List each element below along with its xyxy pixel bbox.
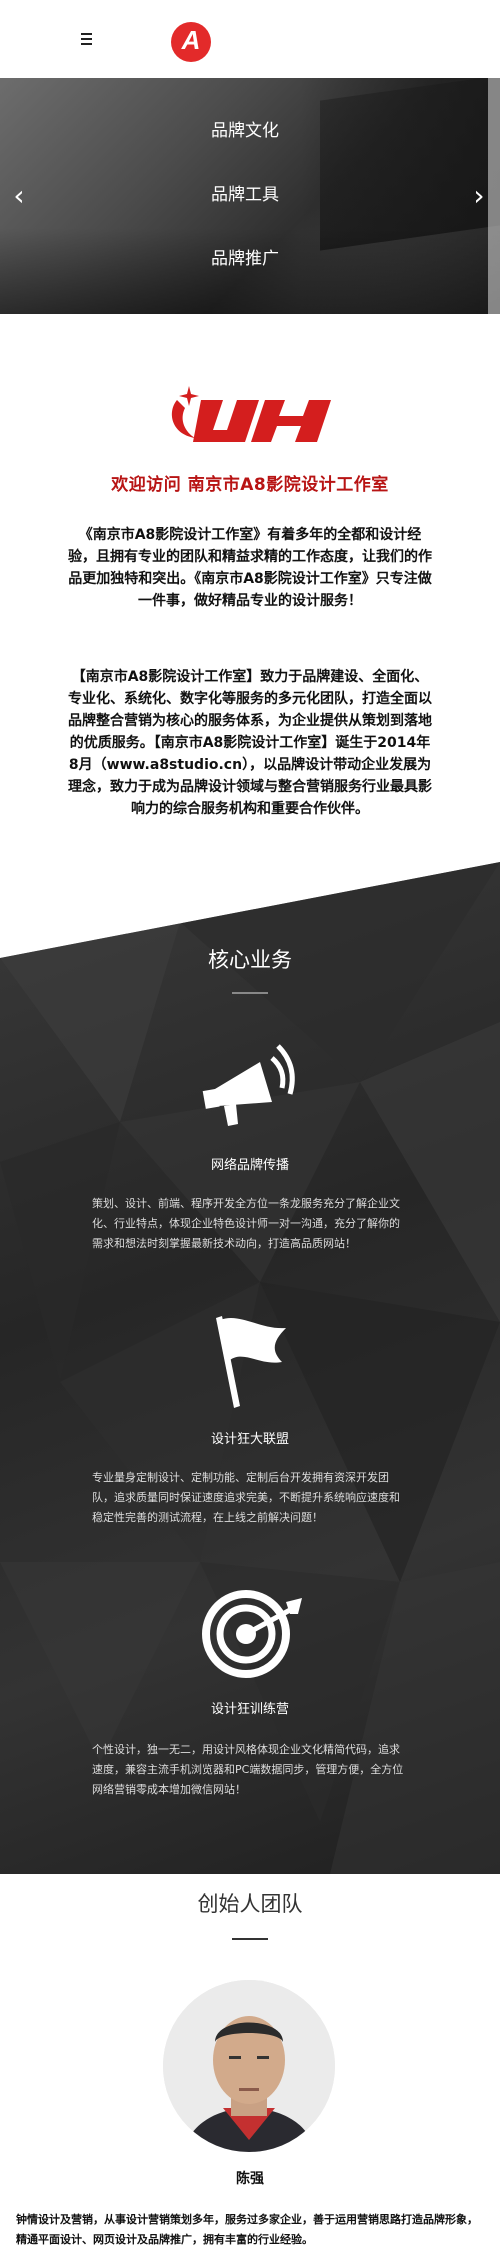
business-item-desc-1: 策划、设计、前端、程序开发全方位一条龙服务充分了解企业文化、行业特点，体现企业特…	[92, 1197, 400, 1250]
intro-paragraph-2: 【南京市A8影院设计工作室】致力于品牌建设、全面化、专业化、系统化、数字化等服务…	[68, 669, 432, 817]
company-logo	[171, 386, 331, 442]
logo-letter: A	[181, 25, 201, 55]
team-title: 创始人团队	[197, 1892, 303, 1916]
megaphone-icon	[202, 1044, 295, 1126]
chevron-left-icon[interactable]: ‹	[4, 176, 34, 216]
site-logo[interactable]: A	[171, 22, 211, 62]
founder-name: 陈强	[236, 2171, 264, 2187]
hamburger-menu-icon[interactable]	[76, 28, 98, 50]
core-business-title: 核心业务	[208, 948, 292, 972]
business-item-desc-3: 个性设计，独一无二，用设计风格体现企业文化精简代码，追求速度，兼容主流手机浏览器…	[92, 1743, 404, 1796]
founder-avatar	[163, 1980, 335, 2152]
banner-menu-item-brand-tools[interactable]: 品牌工具	[150, 180, 340, 205]
intro-paragraph-1: 《南京市A8影院设计工作室》有着多年的全都和设计经验，且拥有专业的团队和精益求精…	[68, 527, 432, 609]
intro-title: 欢迎访问 南京市A8影院设计工作室	[111, 475, 389, 495]
site-header: A	[0, 0, 500, 78]
banner-menu-item-brand-culture[interactable]: 品牌文化	[150, 116, 340, 141]
business-item-name-2: 设计狂大联盟	[210, 1432, 289, 1447]
business-item-name-3: 设计狂训练营	[210, 1702, 289, 1717]
founder-description: 钟情设计及营销，从事设计营销策划多年，服务过多家企业，善于运用营销思路打造品牌形…	[16, 2213, 478, 2246]
core-business-divider	[232, 992, 268, 994]
business-item-desc-2: 专业量身定制设计、定制功能、定制后台开发拥有资深开发团队，追求质量同时保证速度追…	[92, 1471, 400, 1524]
business-item-name-1: 网络品牌传播	[210, 1158, 289, 1173]
banner-menu-item-brand-promotion[interactable]: 品牌推广	[150, 244, 340, 269]
target-arrow-icon	[202, 1590, 302, 1678]
team-divider	[232, 1938, 268, 1940]
hero-banner: 品牌文化 品牌工具 品牌推广 ‹ ›	[0, 78, 500, 314]
chevron-right-icon[interactable]: ›	[464, 176, 494, 216]
flag-icon	[216, 1316, 286, 1408]
banner-shade-bottom	[0, 228, 500, 314]
